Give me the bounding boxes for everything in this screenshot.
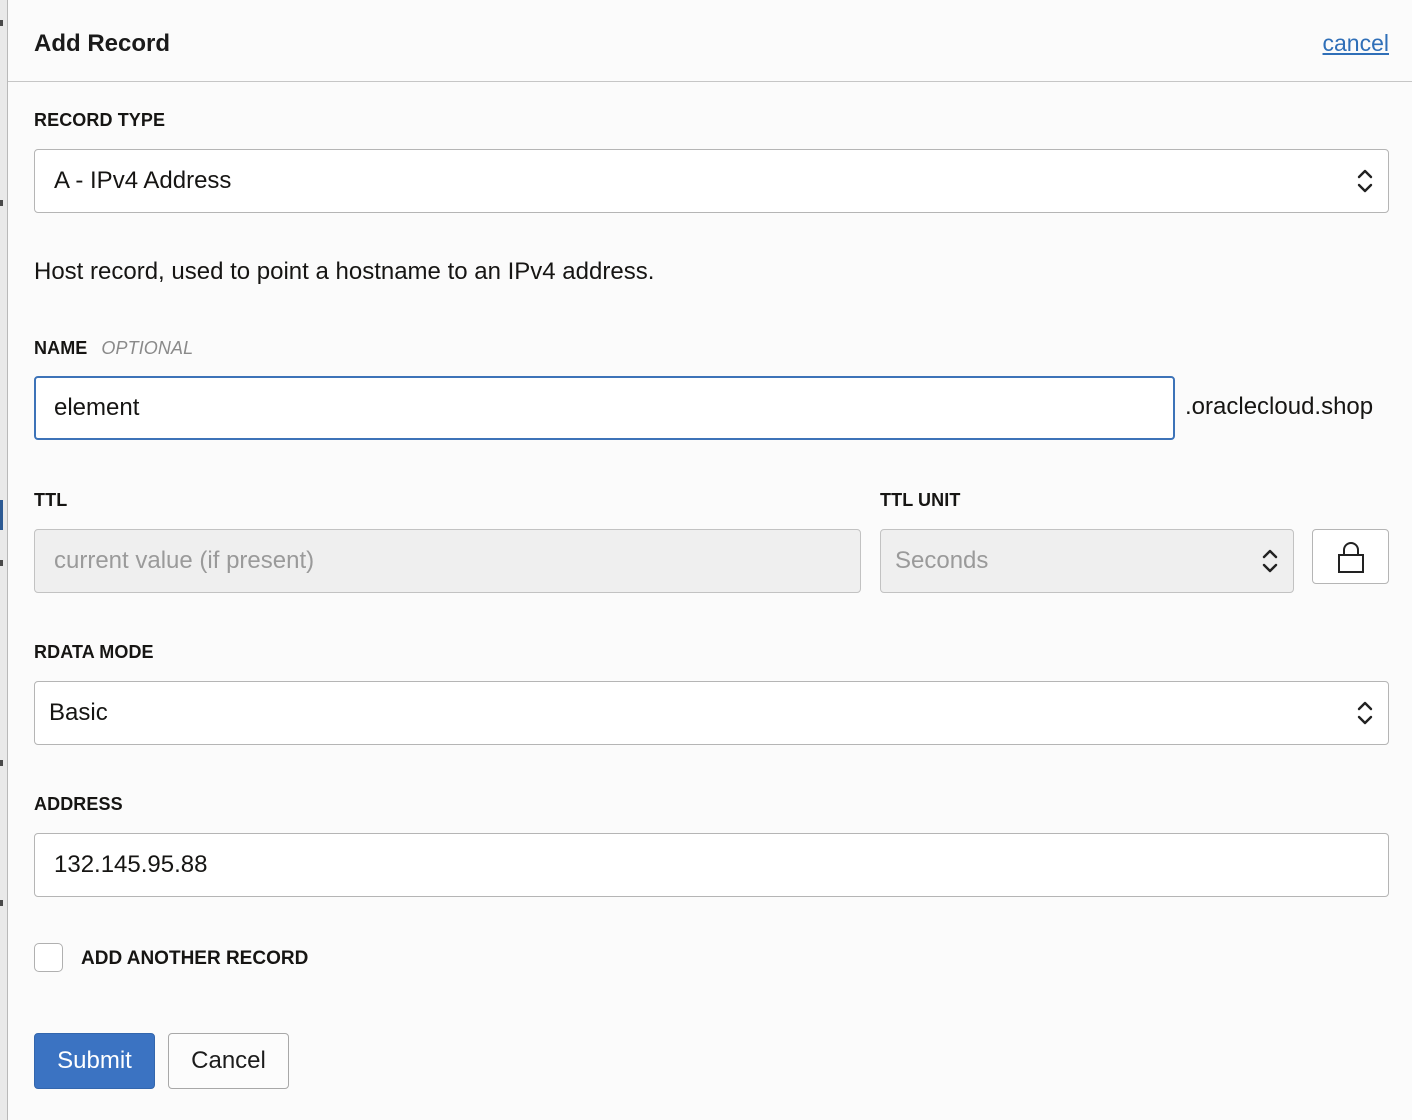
record-type-value: A - IPv4 Address (54, 167, 232, 194)
record-type-label: RECORD TYPE (34, 110, 166, 130)
name-label-text: NAME (34, 338, 88, 358)
dialog-title: Add Record (34, 30, 171, 57)
lock-icon (1337, 541, 1364, 573)
record-type-help-text: Host record, used to point a hostname to… (34, 258, 655, 285)
name-input[interactable]: element (34, 376, 1175, 440)
ttl-input[interactable]: current value (if present) (34, 529, 861, 593)
ttl-lock-button[interactable] (1312, 529, 1389, 584)
optional-tag: OPTIONAL (101, 338, 194, 358)
cancel-link[interactable]: cancel (1323, 30, 1389, 57)
ttl-unit-select[interactable]: Seconds (880, 529, 1294, 593)
cancel-button[interactable]: Cancel (168, 1033, 289, 1089)
name-input-value: element (54, 394, 140, 421)
dialog-header: Add Record cancel (8, 0, 1412, 82)
rdata-mode-label: RDATA MODE (34, 642, 154, 662)
address-label: ADDRESS (34, 794, 123, 814)
address-input-value: 132.145.95.88 (54, 851, 208, 878)
background-page-edge (0, 0, 7, 1120)
domain-suffix: .oraclecloud.shop (1185, 393, 1374, 420)
add-another-checkbox[interactable] (34, 943, 63, 972)
ttl-unit-value: Seconds (895, 547, 989, 574)
ttl-unit-label: TTL UNIT (880, 490, 961, 510)
add-another-label: ADD ANOTHER RECORD (81, 948, 309, 969)
select-chevron-icon (1357, 701, 1373, 725)
record-type-select[interactable]: A - IPv4 Address (34, 149, 1389, 213)
name-label: NAME OPTIONAL (34, 338, 193, 359)
select-chevron-icon (1357, 169, 1373, 193)
rdata-mode-select[interactable]: Basic (34, 681, 1389, 745)
ttl-label: TTL (34, 490, 68, 510)
select-chevron-icon (1262, 549, 1278, 573)
submit-button[interactable]: Submit (34, 1033, 155, 1089)
ttl-placeholder: current value (if present) (54, 547, 315, 574)
address-input[interactable]: 132.145.95.88 (34, 833, 1389, 897)
add-record-dialog: Add Record cancel RECORD TYPE A - IPv4 A… (7, 0, 1412, 1120)
rdata-mode-value: Basic (49, 699, 108, 726)
